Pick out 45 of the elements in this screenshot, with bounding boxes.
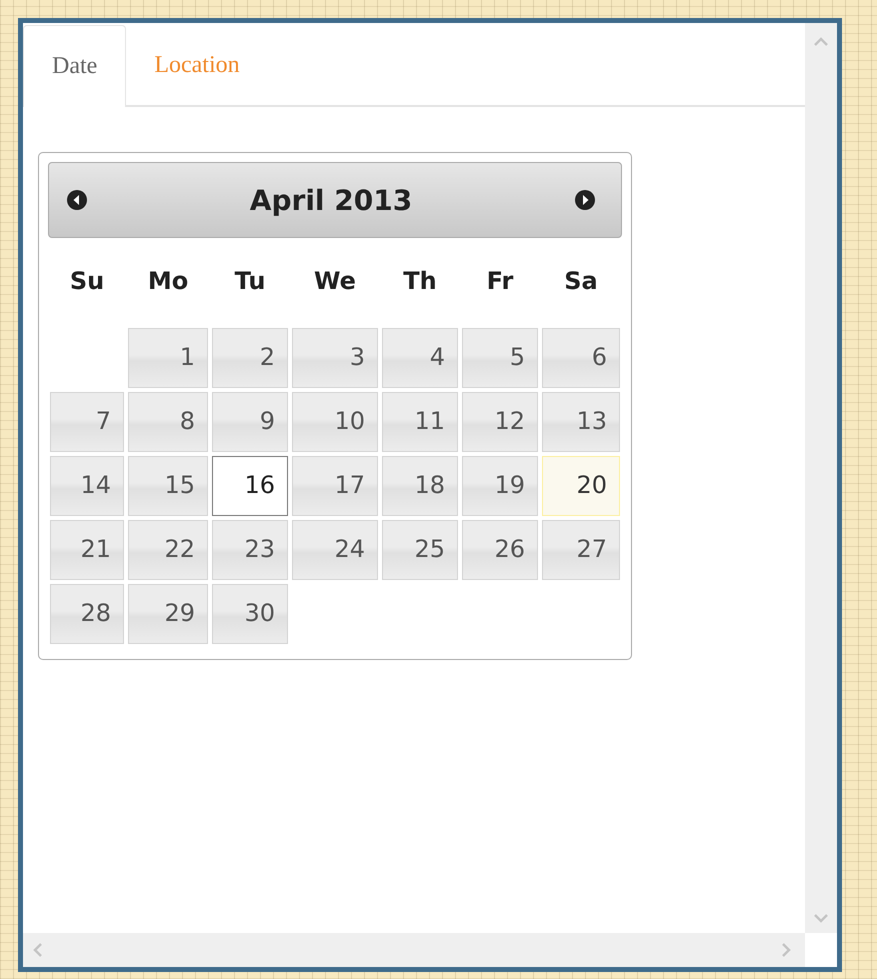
day-cell[interactable]: 30 xyxy=(212,584,288,644)
day-cell[interactable]: 4 xyxy=(382,328,458,388)
previous-month-icon[interactable] xyxy=(67,190,87,210)
weekday-label: We xyxy=(313,266,357,297)
day-cell[interactable]: 26 xyxy=(462,520,538,580)
day-cell[interactable]: 23 xyxy=(212,520,288,580)
next-month-icon[interactable] xyxy=(575,190,595,210)
day-cell[interactable]: 2 xyxy=(212,328,288,388)
day-cell[interactable]: 16 xyxy=(212,456,288,516)
day-cell[interactable]: 13 xyxy=(542,392,620,452)
day-cell[interactable]: 28 xyxy=(50,584,124,644)
weekday-label: Mo xyxy=(146,266,190,297)
day-cell[interactable]: 10 xyxy=(292,392,378,452)
weekday-label: Sa xyxy=(563,266,599,297)
day-cell[interactable]: 29 xyxy=(128,584,208,644)
weekday-label: Su xyxy=(68,266,106,297)
weekday-label: Tu xyxy=(234,266,266,297)
day-cell[interactable]: 5 xyxy=(462,328,538,388)
day-cell[interactable]: 1 xyxy=(128,328,208,388)
scroll-left-icon[interactable] xyxy=(33,943,42,957)
day-cell[interactable]: 15 xyxy=(128,456,208,516)
day-cell[interactable]: 27 xyxy=(542,520,620,580)
weekday-label: Th xyxy=(402,266,438,297)
day-cell[interactable]: 11 xyxy=(382,392,458,452)
day-cell[interactable]: 20 xyxy=(542,456,620,516)
day-cell[interactable]: 18 xyxy=(382,456,458,516)
day-cell[interactable]: 9 xyxy=(212,392,288,452)
day-cell[interactable]: 7 xyxy=(50,392,124,452)
day-cell[interactable]: 25 xyxy=(382,520,458,580)
day-cell[interactable]: 24 xyxy=(292,520,378,580)
month-title: April 2013 xyxy=(250,184,412,216)
scroll-right-icon[interactable] xyxy=(782,943,791,957)
day-cell[interactable]: 3 xyxy=(292,328,378,388)
day-cell[interactable]: 17 xyxy=(292,456,378,516)
scroll-down-icon[interactable] xyxy=(814,914,828,923)
day-cell[interactable]: 19 xyxy=(462,456,538,516)
scroll-up-icon[interactable] xyxy=(814,37,828,46)
day-cell[interactable]: 6 xyxy=(542,328,620,388)
day-cell[interactable]: 8 xyxy=(128,392,208,452)
day-cell[interactable]: 21 xyxy=(50,520,124,580)
tab[interactable]: Date xyxy=(23,25,126,107)
day-cell[interactable]: 22 xyxy=(128,520,208,580)
weekday-label: Fr xyxy=(486,266,514,297)
day-cell[interactable]: 14 xyxy=(50,456,124,516)
day-cell[interactable]: 12 xyxy=(462,392,538,452)
